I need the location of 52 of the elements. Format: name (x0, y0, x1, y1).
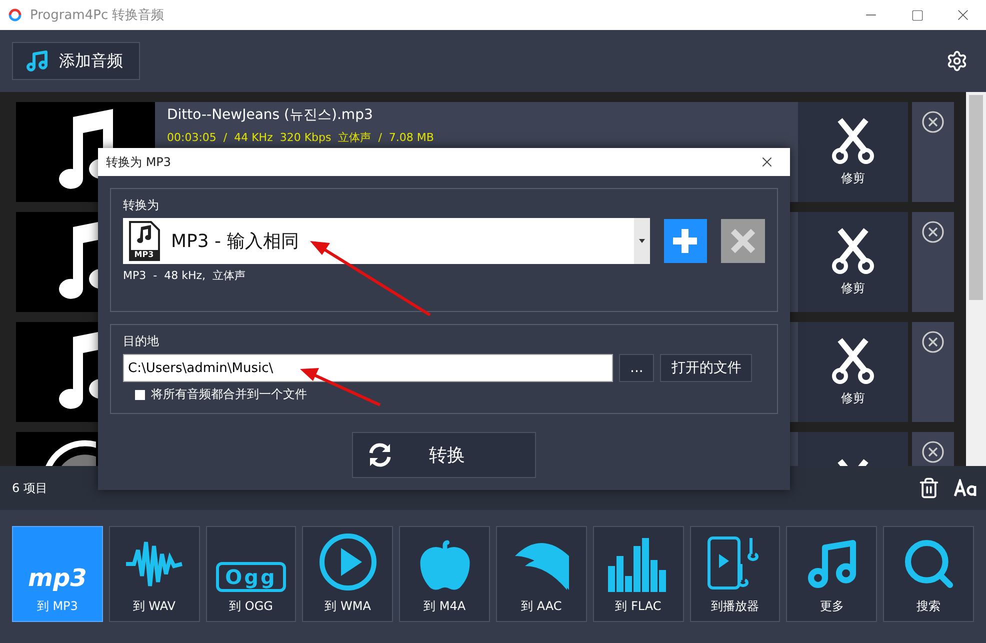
convert-button[interactable]: 转换 (352, 432, 536, 478)
caret-icon (638, 239, 645, 243)
format-button[interactable]: 到 WAV (108, 526, 200, 622)
trim-button[interactable]: 修剪 (798, 322, 908, 422)
cross-icon (730, 228, 756, 254)
add-preset-button[interactable] (664, 219, 708, 263)
preset-dropdown[interactable]: MP3 MP3 - 输入相同 (123, 218, 650, 264)
window-title: Program4Pc 转换音频 (30, 7, 166, 24)
path-field[interactable]: C:\Users\admin\Music\ (123, 354, 613, 382)
merge-label: 将所有音频都合并到一个文件 (151, 386, 307, 403)
format-button[interactable]: 到 WMA (302, 526, 394, 622)
maximize-icon[interactable] (910, 8, 924, 22)
item-count: 6 项目 (12, 480, 48, 496)
group-label: 目的地 (123, 333, 160, 350)
browse-button[interactable]: ... (619, 354, 654, 382)
track-title: Ditto--NewJeans (뉴진스).mp3 (167, 106, 374, 124)
audio-file-icon: MP3 (127, 221, 161, 261)
format-button[interactable]: 更多 (786, 526, 878, 622)
add-audio-button[interactable]: 添加音频 (12, 42, 140, 80)
open-folder-button[interactable]: 打开的文件 (660, 354, 752, 382)
format-button[interactable]: Ogg 到 OGG (206, 526, 296, 622)
trash-icon[interactable] (918, 477, 940, 499)
trim-button[interactable]: 修剪 (798, 212, 908, 312)
format-button[interactable]: 到 FLAC (592, 526, 684, 622)
format-button[interactable]: 搜索 (883, 526, 974, 622)
play-icon (318, 532, 378, 592)
scissors-icon (832, 118, 874, 164)
format-button[interactable]: 到 M4A (399, 526, 490, 622)
format-button[interactable]: 到播放器 (690, 526, 780, 622)
scrollbar[interactable] (966, 92, 986, 466)
scissors-icon (832, 228, 874, 274)
track-details: 00:03:05 / 44 KHz 320 Kbps 立体声 / 7.08 MB (167, 130, 435, 145)
trim-button[interactable]: 修剪 (798, 102, 908, 202)
scissors-icon (832, 338, 874, 384)
remove-icon[interactable] (921, 330, 945, 354)
remove-icon[interactable] (921, 440, 945, 464)
remove-icon[interactable] (921, 110, 945, 134)
dialog-title: 转换为 MP3 (106, 154, 172, 170)
format-button[interactable]: 到 AAC (496, 526, 587, 622)
settings-icon[interactable] (946, 50, 968, 72)
app-logo-icon (8, 8, 22, 22)
equalizer-icon (608, 536, 668, 592)
mp3-logo: mp3 (28, 564, 87, 592)
ogg-logo: Ogg (216, 562, 286, 592)
plus-icon (671, 227, 700, 255)
apple-icon (418, 538, 472, 592)
font-size-icon[interactable] (954, 479, 978, 497)
music-note-icon (25, 49, 49, 73)
merge-checkbox[interactable] (135, 390, 145, 400)
refresh-icon (367, 442, 393, 468)
preset-info: MP3 - 48 kHz, 立体声 (123, 268, 246, 283)
remove-icon[interactable] (921, 220, 945, 244)
